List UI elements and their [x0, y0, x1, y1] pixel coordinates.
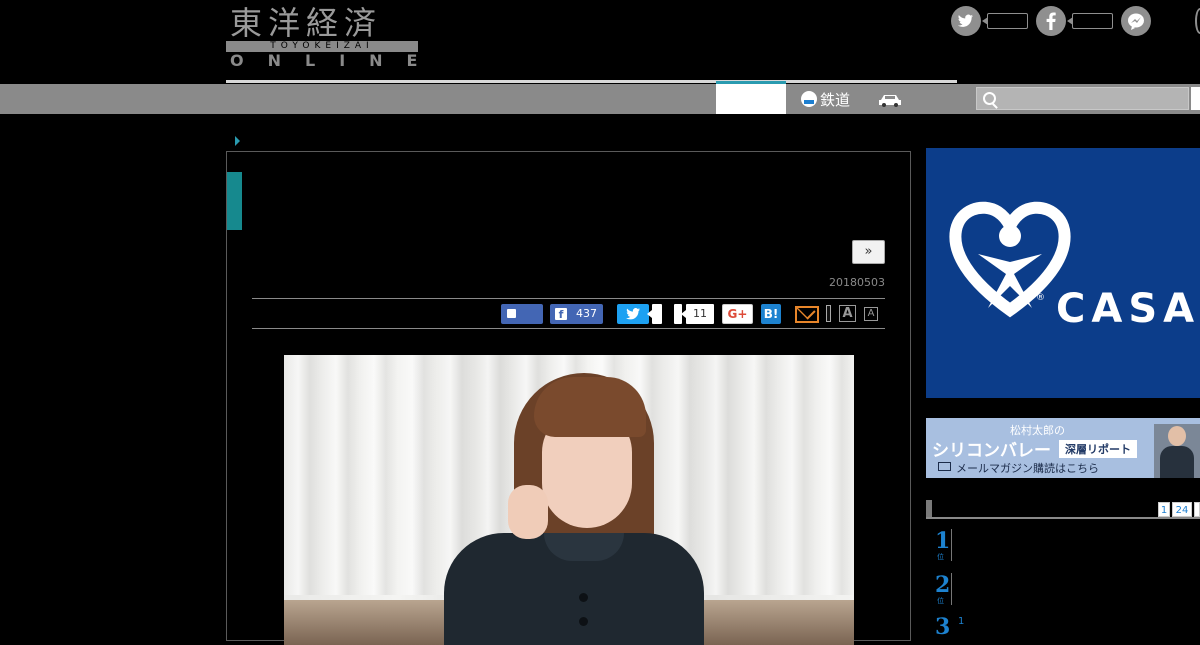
envelope-icon — [938, 462, 951, 471]
twitter-icon[interactable] — [951, 6, 981, 36]
ranking-number-3: 3 — [935, 614, 951, 640]
ranking-divider — [951, 573, 952, 605]
casa-heart-logo — [949, 201, 1071, 318]
google-plus-button[interactable]: G+ — [722, 304, 753, 324]
newsletter-title: シリコンバレー — [932, 441, 1051, 461]
twitter-count — [982, 13, 1028, 29]
tweet-count — [647, 304, 662, 324]
facebook-icon: f — [555, 308, 567, 321]
logo-online: ONLINE — [230, 51, 442, 70]
facebook-like-button[interactable] — [501, 304, 543, 324]
facebook-icon[interactable] — [1036, 6, 1066, 36]
nav-top-rule — [226, 80, 957, 83]
font-size-small-button[interactable]: A — [864, 307, 878, 321]
article-date: 20180503 — [829, 276, 885, 289]
photo-button — [579, 593, 588, 602]
ranking-header-marker — [926, 500, 932, 518]
train-icon — [801, 91, 817, 107]
article-photo — [284, 355, 854, 645]
ranking-unit-2: 位 — [937, 597, 944, 605]
photo-hand — [508, 485, 548, 539]
messenger-icon[interactable] — [1121, 6, 1151, 36]
photo-button — [579, 617, 588, 626]
font-size-large-button[interactable]: A — [839, 305, 856, 322]
title-accent-bar — [227, 172, 242, 230]
ranking-header-rule — [926, 517, 1200, 519]
logo-kanji: 東洋経済 — [230, 4, 383, 42]
share-bar-bottom-rule — [252, 328, 885, 329]
hatena-bookmark-button[interactable]: B! — [761, 304, 781, 324]
photo-bangs — [534, 377, 646, 437]
casa-advertisement[interactable]: ® CASA — [926, 148, 1200, 398]
facebook-share-count: 437 — [576, 307, 597, 320]
silicon-valley-newsletter-banner[interactable]: 松村太郎の シリコンバレー 深層リポート メールマガジン購読はこちら — [926, 418, 1200, 478]
author-photo — [1154, 424, 1200, 478]
ranking-number-1: 1 — [935, 528, 951, 554]
site-logo[interactable]: 東洋経済 TOYOKEIZAI ONLINE — [226, 6, 418, 70]
print-icon[interactable] — [826, 305, 831, 322]
ranking-tab-1[interactable]: 1 — [1158, 502, 1170, 517]
more-share-icon[interactable] — [1195, 8, 1200, 34]
nav-tab-active[interactable] — [716, 81, 786, 114]
thumbs-up-icon — [507, 309, 516, 318]
nav-item-railway[interactable]: 鉄道 — [801, 84, 850, 114]
ranking-number-2: 2 — [935, 572, 951, 598]
search-icon — [983, 92, 996, 105]
next-page-button[interactable]: » — [852, 240, 885, 264]
newsletter-tag: 深層リポート — [1059, 440, 1137, 458]
tweet-button[interactable] — [617, 304, 649, 324]
nav-item-railway-label: 鉄道 — [820, 90, 851, 109]
pocket-count: 11 — [681, 304, 714, 324]
ranking-unit-1: 位 — [937, 553, 944, 561]
ranking-item-3-text[interactable]: 1 — [958, 616, 964, 627]
casa-registered-mark: ® — [1036, 293, 1045, 303]
twitter-bird-icon — [626, 304, 640, 324]
newsletter-subscribe-link: メールマガジン購読はこちら — [956, 462, 1099, 475]
search-button[interactable] — [1191, 87, 1200, 110]
search-input[interactable] — [976, 87, 1189, 110]
mail-icon[interactable] — [795, 306, 819, 323]
car-icon[interactable] — [878, 92, 902, 107]
facebook-count — [1067, 13, 1113, 29]
facebook-share-button[interactable]: f 437 — [550, 304, 603, 324]
ranking-divider — [951, 529, 952, 561]
breadcrumb-arrow-icon — [235, 136, 240, 146]
ranking-tab-24[interactable]: 24 — [1172, 502, 1192, 517]
casa-brand-text: CASA — [1056, 286, 1200, 332]
share-bar-top-rule — [252, 298, 885, 299]
ranking-tab-more[interactable] — [1194, 502, 1200, 517]
